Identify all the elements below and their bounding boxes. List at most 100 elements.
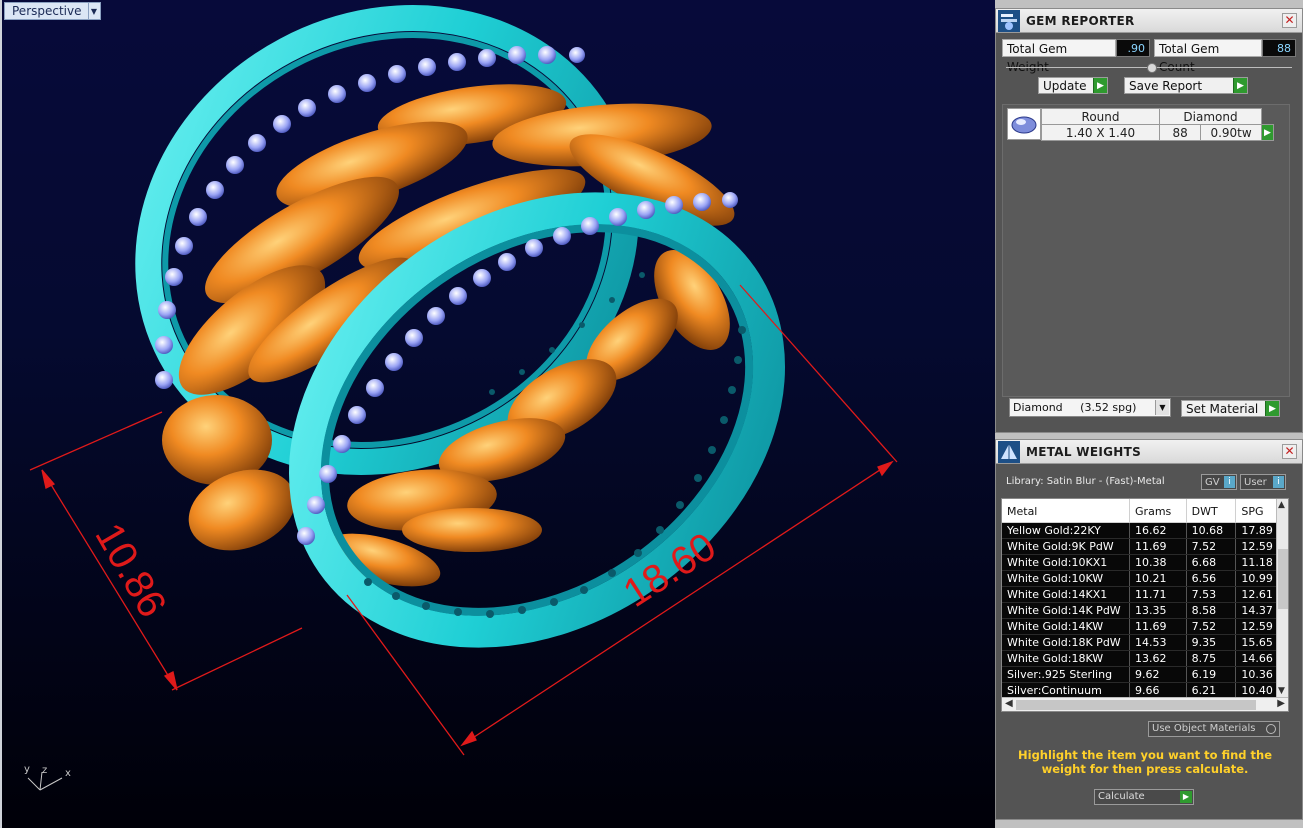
- gem-list-area[interactable]: Round Diamond 1.40 X 1.40 88 0.90tw ▶: [1002, 104, 1290, 397]
- calculate-button-label: Calculate: [1098, 791, 1145, 802]
- scroll-down-icon[interactable]: ▼: [1278, 686, 1285, 696]
- close-icon[interactable]: ✕: [1282, 444, 1297, 459]
- scroll-up-icon[interactable]: ▲: [1278, 500, 1285, 510]
- column-header-dwt[interactable]: DWT: [1187, 499, 1237, 522]
- cell-dwt: 7.52: [1187, 539, 1237, 554]
- gem-weight: 0.90tw: [1200, 124, 1262, 141]
- table-row[interactable]: White Gold:14KX1 11.71 7.53 12.61: [1002, 587, 1288, 603]
- total-gem-weight-field: Total Gem Weight .90: [1002, 39, 1151, 74]
- calculate-button[interactable]: Calculate ▶: [1094, 789, 1194, 805]
- set-material-button[interactable]: Set Material ▶: [1181, 400, 1280, 417]
- table-body: Yellow Gold:22KY 16.62 10.68 17.89 White Go…: [1002, 523, 1288, 699]
- ring-model-render[interactable]: [2, 0, 995, 828]
- material-select-value: Diamond (3.52 spg): [1013, 401, 1137, 414]
- gem-details-table: Round Diamond 1.40 X 1.40 88 0.90tw ▶: [1041, 108, 1274, 141]
- cell-grams: 11.71: [1130, 587, 1187, 602]
- table-header: Metal Grams DWT SPG: [1002, 499, 1288, 523]
- horizontal-scrollbar[interactable]: ◀ ▶: [1002, 697, 1288, 711]
- cell-dwt: 7.52: [1187, 619, 1237, 634]
- save-report-button[interactable]: Save Report ▶: [1124, 77, 1248, 94]
- chevron-down-icon[interactable]: ▼: [1155, 400, 1169, 415]
- chevron-down-icon[interactable]: ▼: [87, 3, 100, 19]
- material-select[interactable]: Diamond (3.52 spg) ▼: [1009, 398, 1171, 417]
- total-gem-count-value[interactable]: 88: [1262, 39, 1296, 57]
- table-row[interactable]: Silver:.925 Sterling 9.62 6.19 10.36: [1002, 667, 1288, 683]
- horizontal-scroll-thumb[interactable]: [1016, 700, 1256, 710]
- total-gem-weight-label: Total Gem Weight: [1002, 39, 1117, 74]
- gem-list-item[interactable]: Round Diamond 1.40 X 1.40 88 0.90tw ▶: [1007, 108, 1274, 141]
- vertical-scrollbar[interactable]: ▲ ▼: [1276, 499, 1288, 697]
- table-row[interactable]: White Gold:10KX1 10.38 6.68 11.18: [1002, 555, 1288, 571]
- play-arrow-icon: ▶: [1233, 78, 1247, 93]
- viewport-tab[interactable]: Perspective ▼: [4, 2, 101, 20]
- axis-label-y: y: [24, 764, 30, 775]
- table-row[interactable]: Yellow Gold:22KY 16.62 10.68 17.89: [1002, 523, 1288, 539]
- column-header-grams[interactable]: Grams: [1130, 499, 1187, 522]
- splitter-handle[interactable]: [1147, 63, 1157, 73]
- cell-metal: Yellow Gold:22KY: [1002, 523, 1131, 538]
- gem-expand-arrow-icon[interactable]: ▶: [1261, 124, 1274, 141]
- cell-metal: White Gold:10KX1: [1002, 555, 1131, 570]
- cell-metal: White Gold:18KW: [1002, 651, 1131, 666]
- table-row[interactable]: White Gold:14KW 11.69 7.52 12.59: [1002, 619, 1288, 635]
- table-row[interactable]: White Gold:9K PdW 11.69 7.52 12.59: [1002, 539, 1288, 555]
- cell-dwt: 6.68: [1187, 555, 1237, 570]
- perspective-viewport[interactable]: 10.86 18.60 y z x Perspective ▼: [0, 0, 995, 828]
- cell-metal: White Gold:14K PdW: [1002, 603, 1131, 618]
- user-toggle[interactable]: User i: [1240, 474, 1286, 490]
- column-header-metal[interactable]: Metal: [1002, 499, 1131, 522]
- panel-splitter[interactable]: [1006, 63, 1292, 73]
- update-button-label: Update: [1043, 78, 1087, 93]
- set-material-button-label: Set Material: [1186, 401, 1259, 416]
- play-arrow-icon: ▶: [1265, 401, 1279, 416]
- scroll-left-icon[interactable]: ◀: [1005, 698, 1013, 709]
- vertical-scroll-thumb[interactable]: [1278, 549, 1288, 609]
- cell-dwt: 9.35: [1187, 635, 1237, 650]
- play-arrow-icon: ▶: [1180, 791, 1192, 803]
- gem-count: 88: [1158, 124, 1202, 141]
- table-row[interactable]: White Gold:18K PdW 14.53 9.35 15.65: [1002, 635, 1288, 651]
- viewport-tab-label[interactable]: Perspective: [5, 4, 88, 18]
- table-row[interactable]: White Gold:14K PdW 13.35 8.58 14.37: [1002, 603, 1288, 619]
- cell-metal: Silver:.925 Sterling: [1002, 667, 1131, 682]
- metal-weights-table[interactable]: Metal Grams DWT SPG Yellow Gold:22KY 16.6…: [1001, 498, 1289, 712]
- info-icon[interactable]: i: [1224, 476, 1235, 488]
- gem-reporter-title: GEM REPORTER: [1026, 13, 1135, 28]
- cell-dwt: 6.56: [1187, 571, 1237, 586]
- scroll-right-icon[interactable]: ▶: [1277, 698, 1285, 709]
- play-arrow-icon: ▶: [1093, 78, 1107, 93]
- cell-grams: 14.53: [1130, 635, 1187, 650]
- cell-dwt: 8.75: [1187, 651, 1237, 666]
- cell-metal: White Gold:9K PdW: [1002, 539, 1131, 554]
- cell-metal: Silver:Continuum: [1002, 683, 1131, 698]
- total-gem-count-label: Total Gem Count: [1154, 39, 1263, 74]
- total-gem-weight-value[interactable]: .90: [1116, 39, 1151, 57]
- axis-label-z: z: [42, 765, 48, 776]
- close-icon[interactable]: ✕: [1282, 13, 1297, 28]
- gem-reporter-titlebar[interactable]: GEM REPORTER ✕: [996, 9, 1302, 33]
- gv-toggle[interactable]: GV i: [1201, 474, 1237, 490]
- update-button[interactable]: Update ▶: [1038, 77, 1108, 94]
- axis-label-x: x: [65, 768, 71, 779]
- metal-weights-title: METAL WEIGHTS: [1026, 444, 1142, 459]
- metal-weights-titlebar[interactable]: METAL WEIGHTS ✕: [996, 440, 1302, 464]
- table-row[interactable]: White Gold:10KW 10.21 6.56 10.99: [1002, 571, 1288, 587]
- metal-weights-icon: [998, 440, 1020, 463]
- gem-size: 1.40 X 1.40: [1041, 124, 1160, 141]
- gold-chain-links: [162, 84, 735, 587]
- table-row[interactable]: White Gold:18KW 13.62 8.75 14.66: [1002, 651, 1288, 667]
- radio-icon[interactable]: [1266, 724, 1276, 734]
- cell-metal: White Gold:18K PdW: [1002, 635, 1131, 650]
- cell-grams: 10.21: [1130, 571, 1187, 586]
- gem-reporter-icon: [998, 9, 1020, 32]
- save-report-button-label: Save Report: [1129, 78, 1203, 93]
- info-icon[interactable]: i: [1273, 476, 1284, 488]
- cell-grams: 9.66: [1130, 683, 1187, 698]
- cell-dwt: 6.19: [1187, 667, 1237, 682]
- cell-metal: White Gold:10KW: [1002, 571, 1131, 586]
- cell-grams: 13.35: [1130, 603, 1187, 618]
- cell-grams: 9.62: [1130, 667, 1187, 682]
- cell-dwt: 6.21: [1187, 683, 1237, 698]
- use-object-materials-toggle[interactable]: Use Object Materials: [1148, 721, 1280, 737]
- cell-dwt: 7.53: [1187, 587, 1237, 602]
